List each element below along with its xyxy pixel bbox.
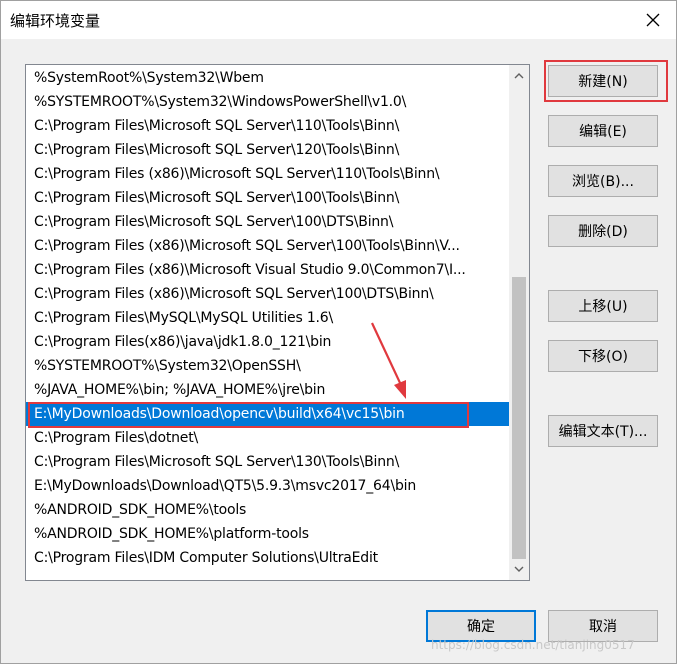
delete-button[interactable]: 删除(D): [548, 215, 658, 247]
list-item[interactable]: %ANDROID_SDK_HOME%\tools: [26, 498, 509, 522]
list-item[interactable]: C:\Program Files(x86)\java\jdk1.8.0_121\…: [26, 330, 509, 354]
list-item-selected[interactable]: E:\MyDownloads\Download\opencv\build\x64…: [26, 402, 509, 426]
scroll-down-button[interactable]: [509, 560, 529, 578]
list-item[interactable]: %JAVA_HOME%\bin; %JAVA_HOME%\jre\bin: [26, 378, 509, 402]
list-item[interactable]: C:\Program Files\dotnet\: [26, 426, 509, 450]
title-bar: 编辑环境变量: [1, 1, 676, 39]
chevron-down-icon: [514, 566, 524, 572]
list-item[interactable]: %ANDROID_SDK_HOME%\platform-tools: [26, 522, 509, 546]
list-item[interactable]: C:\Program Files (x86)\Microsoft SQL Ser…: [26, 282, 509, 306]
edit-env-var-dialog: 编辑环境变量 %SystemRoot%\System32\Wbem %SYSTEM…: [0, 0, 677, 664]
chevron-up-icon: [514, 73, 524, 79]
list-item[interactable]: C:\Program Files\Microsoft SQL Server\13…: [26, 450, 509, 474]
scroll-up-button[interactable]: [509, 67, 529, 85]
new-button[interactable]: 新建(N): [548, 65, 658, 97]
list-item[interactable]: C:\Program Files\Microsoft SQL Server\11…: [26, 114, 509, 138]
edit-text-button[interactable]: 编辑文本(T)...: [548, 415, 658, 447]
list-item[interactable]: C:\Program Files (x86)\Microsoft SQL Ser…: [26, 234, 509, 258]
edit-button[interactable]: 编辑(E): [548, 115, 658, 147]
close-button[interactable]: [630, 1, 676, 39]
list-item[interactable]: %SYSTEMROOT%\System32\WindowsPowerShell\…: [26, 90, 509, 114]
scrollbar-thumb[interactable]: [512, 277, 526, 559]
dialog-title: 编辑环境变量: [10, 12, 101, 30]
path-list: %SystemRoot%\System32\Wbem %SYSTEMROOT%\S…: [26, 66, 509, 570]
list-item[interactable]: %SystemRoot%\System32\Wbem: [26, 66, 509, 90]
list-item[interactable]: C:\Program Files (x86)\Microsoft Visual …: [26, 258, 509, 282]
list-item[interactable]: C:\Program Files\Microsoft SQL Server\10…: [26, 210, 509, 234]
list-item[interactable]: C:\Program Files\Microsoft SQL Server\10…: [26, 186, 509, 210]
path-listbox[interactable]: %SystemRoot%\System32\Wbem %SYSTEMROOT%\S…: [25, 64, 530, 581]
move-up-button[interactable]: 上移(U): [548, 290, 658, 322]
browse-button[interactable]: 浏览(B)...: [548, 165, 658, 197]
list-item[interactable]: C:\Program Files\Microsoft SQL Server\12…: [26, 138, 509, 162]
watermark: https://blog.csdn.net/tianjing0517: [431, 638, 635, 652]
close-icon: [646, 13, 660, 27]
list-item[interactable]: C:\Program Files (x86)\Microsoft SQL Ser…: [26, 162, 509, 186]
vertical-scrollbar[interactable]: [509, 65, 529, 580]
list-item[interactable]: E:\MyDownloads\Download\QT5\5.9.3\msvc20…: [26, 474, 509, 498]
list-item[interactable]: %SYSTEMROOT%\System32\OpenSSH\: [26, 354, 509, 378]
list-item[interactable]: C:\Program Files\MySQL\MySQL Utilities 1…: [26, 306, 509, 330]
list-item[interactable]: C:\Program Files\IDM Computer Solutions\…: [26, 546, 509, 570]
move-down-button[interactable]: 下移(O): [548, 340, 658, 372]
